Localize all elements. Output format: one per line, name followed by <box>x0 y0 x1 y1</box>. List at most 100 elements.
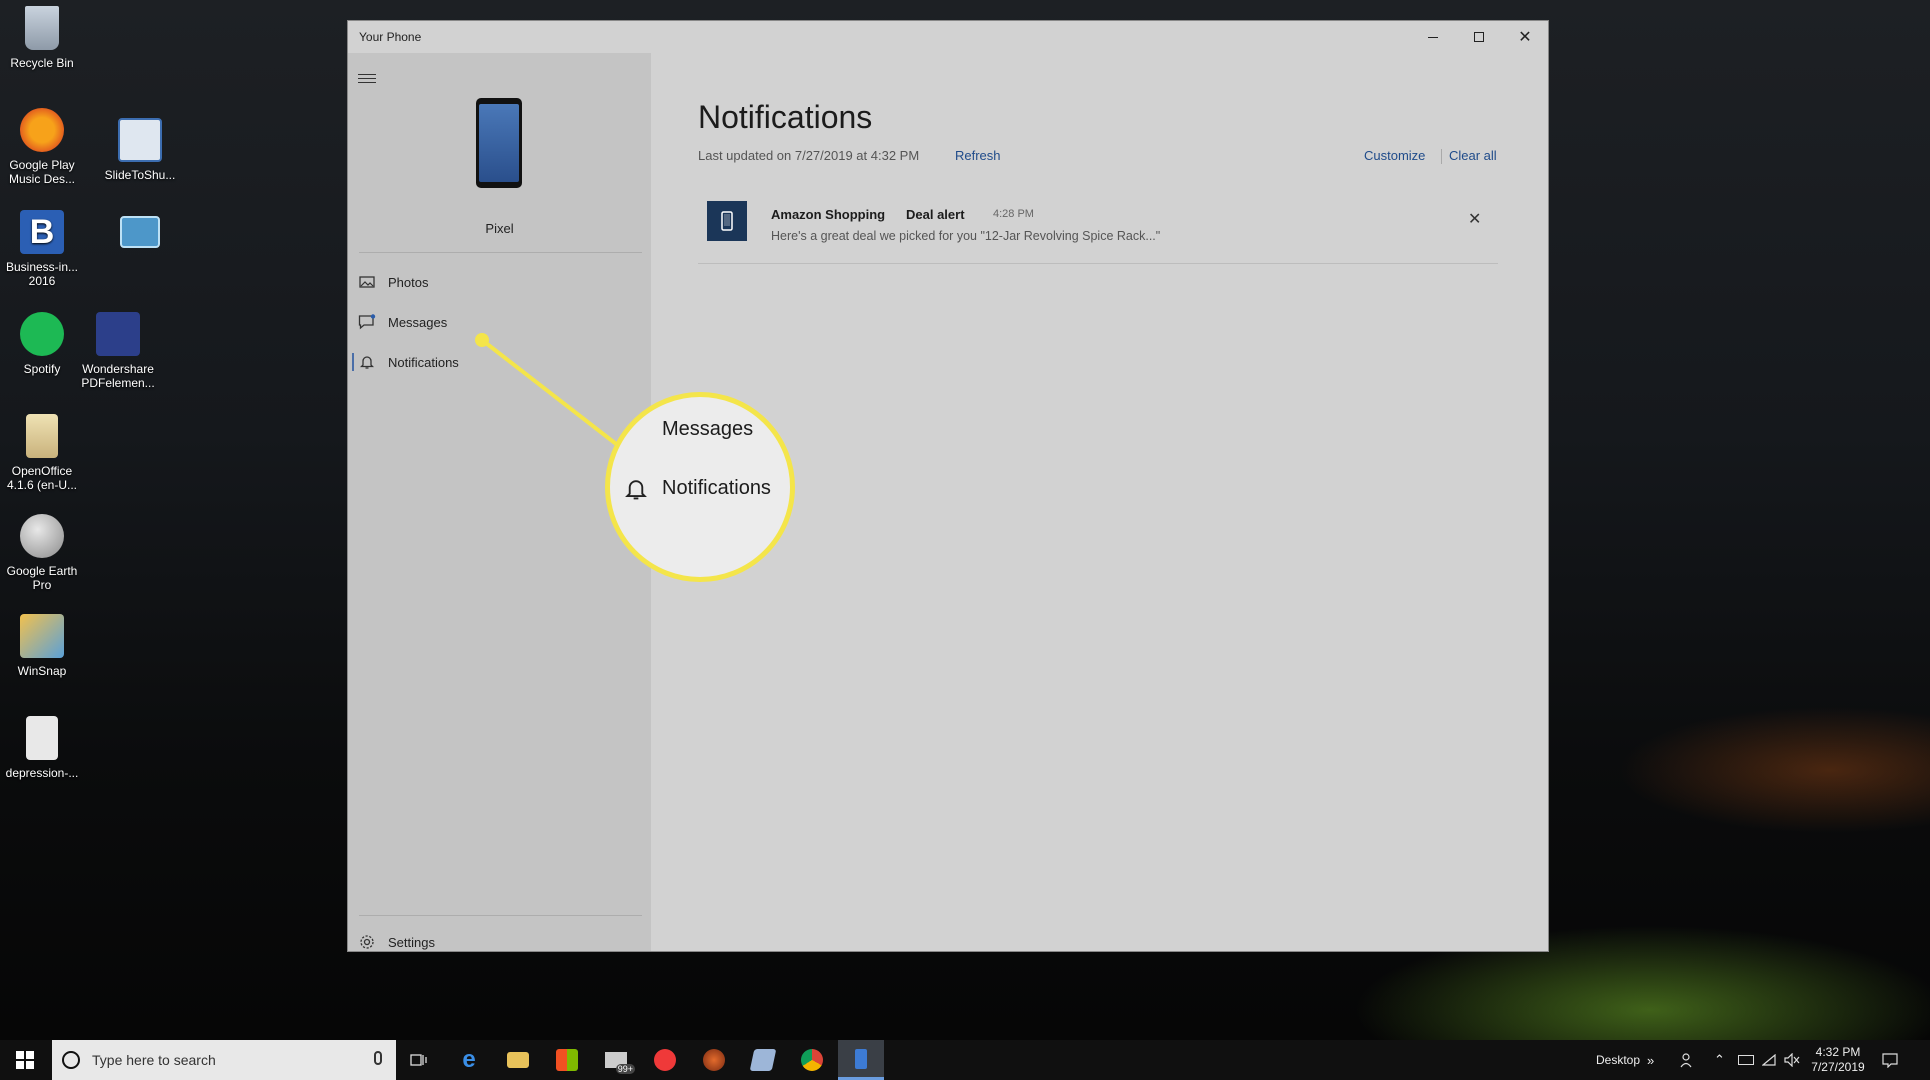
pdfelement-icon <box>96 312 140 356</box>
photos-icon <box>358 273 376 291</box>
recycle-bin-icon <box>25 6 59 50</box>
messages-icon <box>358 313 376 331</box>
sidebar-divider <box>359 252 642 253</box>
maximize-icon <box>1474 32 1484 42</box>
google-earth-icon <box>20 514 64 558</box>
business-app-icon: B <box>20 210 64 254</box>
title-bar[interactable]: Your Phone ✕ <box>348 21 1548 53</box>
zoom-callout: Messages Notifications <box>605 392 795 582</box>
sidebar-item-notifications[interactable]: Notifications <box>348 344 651 380</box>
flame-app-icon <box>703 1049 725 1071</box>
link-divider <box>1441 149 1442 164</box>
show-hidden-icons-icon[interactable]: ⌃ <box>1714 1040 1725 1080</box>
people-icon[interactable] <box>1680 1040 1696 1080</box>
openoffice-icon <box>26 414 58 458</box>
hamburger-menu-icon[interactable] <box>358 71 376 86</box>
maximize-button[interactable] <box>1456 21 1502 53</box>
taskbar-mail[interactable]: 99+ <box>593 1040 639 1080</box>
sidebar-item-label: Notifications <box>388 354 459 370</box>
taskbar-search[interactable]: Type here to search <box>52 1040 396 1080</box>
minimize-button[interactable] <box>1410 21 1456 53</box>
phone-image <box>476 98 522 188</box>
notification-time: 4:28 PM <box>993 208 1034 220</box>
cortana-icon <box>62 1051 80 1069</box>
close-button[interactable]: ✕ <box>1502 21 1548 53</box>
clock-date: 7/27/2019 <box>1811 1060 1865 1074</box>
settings-button[interactable]: Settings <box>348 926 651 958</box>
toolbar-expand-icon[interactable]: » <box>1647 1040 1654 1080</box>
slidetoshutdown-icon <box>118 118 162 162</box>
customize-link[interactable]: Customize <box>1364 148 1425 163</box>
notes-app-icon <box>749 1049 777 1071</box>
microphone-icon[interactable] <box>374 1051 382 1065</box>
notification-item[interactable]: Amazon Shopping Deal alert 4:28 PM Here'… <box>698 193 1498 264</box>
settings-label: Settings <box>388 934 435 950</box>
last-updated-text: Last updated on 7/27/2019 at 4:32 PM <box>698 148 920 163</box>
wifi-icon[interactable] <box>1762 1040 1776 1080</box>
taskbar-clock[interactable]: 4:32 PM 7/27/2019 <box>1808 1045 1868 1075</box>
desktop-icon-google-earth[interactable]: Google Earth Pro <box>0 514 84 592</box>
sidebar-divider <box>359 915 642 916</box>
gear-icon <box>358 933 376 951</box>
desktop-icon-unnamed[interactable] <box>98 216 182 254</box>
taskbar-app-notes[interactable] <box>740 1040 786 1080</box>
task-view-icon <box>410 1054 427 1066</box>
sidebar-item-label: Photos <box>388 274 429 290</box>
taskbar-vivaldi[interactable] <box>642 1040 688 1080</box>
desktop-icon-winsnap[interactable]: WinSnap <box>0 614 84 678</box>
google-play-music-icon <box>20 108 64 152</box>
desktop-icon-slidetoshutdown[interactable]: SlideToShu... <box>98 118 182 182</box>
battery-icon[interactable] <box>1738 1040 1754 1080</box>
taskbar-file-explorer[interactable] <box>495 1040 541 1080</box>
clear-all-link[interactable]: Clear all <box>1449 148 1497 163</box>
minimize-icon <box>1428 36 1438 38</box>
folder-icon <box>507 1052 529 1068</box>
close-icon: ✕ <box>1518 29 1532 46</box>
taskbar-store[interactable] <box>544 1040 590 1080</box>
taskbar-your-phone[interactable] <box>838 1040 884 1080</box>
phone-app-icon <box>707 201 747 241</box>
callout-messages-label: Messages <box>662 418 754 440</box>
mail-badge: 99+ <box>615 1064 635 1074</box>
edge-icon: e <box>462 1046 476 1073</box>
desktop-icon-openoffice[interactable]: OpenOffice 4.1.6 (en-U... <box>0 414 84 492</box>
sidebar-item-messages[interactable]: Messages <box>348 304 651 340</box>
windows-logo-icon <box>16 1051 34 1069</box>
store-icon <box>556 1049 578 1071</box>
task-view-button[interactable] <box>396 1040 442 1080</box>
desktop-icon-google-play-music[interactable]: Google Play Music Des... <box>0 108 84 186</box>
your-phone-icon <box>855 1048 867 1069</box>
callout-notifications-label: Notifications <box>662 477 771 499</box>
action-center-icon[interactable] <box>1882 1040 1898 1080</box>
taskbar-edge[interactable]: e <box>446 1040 492 1080</box>
your-phone-window: Your Phone ✕ Pixel Photos Messages Notif… <box>348 21 1548 951</box>
sidebar-item-photos[interactable]: Photos <box>348 264 651 300</box>
start-button[interactable] <box>0 1040 50 1080</box>
volume-muted-icon[interactable] <box>1784 1040 1800 1080</box>
desktop-icon-spotify[interactable]: Spotify <box>0 312 84 376</box>
desktop-icon-depression[interactable]: depression-... <box>0 716 84 780</box>
sidebar-item-label: Messages <box>388 314 448 330</box>
notification-title: Deal alert <box>906 207 965 222</box>
window-title: Your Phone <box>359 30 422 44</box>
document-icon <box>26 716 58 760</box>
device-name: Pixel <box>485 221 514 236</box>
chrome-icon <box>801 1049 823 1071</box>
taskbar-app-flame[interactable] <box>691 1040 737 1080</box>
vivaldi-icon <box>654 1049 676 1071</box>
dismiss-notification-icon[interactable]: ✕ <box>1468 209 1481 229</box>
page-title: Notifications <box>698 99 873 135</box>
taskbar-chrome[interactable] <box>789 1040 835 1080</box>
refresh-link[interactable]: Refresh <box>955 148 1001 163</box>
spotify-icon <box>20 312 64 356</box>
notification-app-name: Amazon Shopping <box>771 207 886 222</box>
control-panel-icon <box>120 216 160 248</box>
desktop-icon-recycle-bin[interactable]: Recycle Bin <box>0 6 84 70</box>
search-placeholder: Type here to search <box>92 1052 216 1068</box>
desktop-toolbar-label[interactable]: Desktop <box>1596 1040 1640 1080</box>
desktop-icon-business-in[interactable]: B Business-in... 2016 <box>0 210 84 288</box>
taskbar: Type here to search e 99+ Desktop » ⌃ 4:… <box>0 1040 1930 1080</box>
winsnap-icon <box>20 614 64 658</box>
callout-bell-icon <box>625 476 647 507</box>
desktop-icon-wondershare[interactable]: Wondershare PDFelemen... <box>76 312 160 390</box>
